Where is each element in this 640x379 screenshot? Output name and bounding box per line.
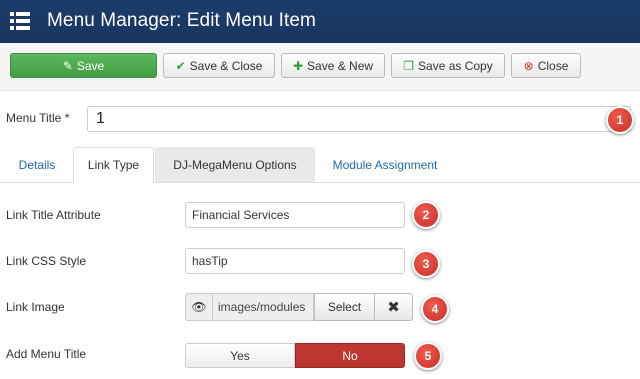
link-css-input[interactable]: hasTip [185, 248, 405, 274]
close-button[interactable]: ⊗ Close [511, 53, 581, 78]
save-copy-button[interactable]: ❐ Save as Copy [391, 53, 505, 78]
copy-icon: ❐ [403, 58, 415, 73]
toggle-yes-button[interactable]: Yes [185, 343, 295, 368]
tab-bar: Details Link Type DJ-MegaMenu Options Mo… [0, 147, 640, 183]
callout-badge: 2 [412, 201, 440, 229]
callout-badge: 4 [421, 295, 449, 323]
image-path-field: images/modules [212, 293, 314, 321]
add-menu-title-label: Add Menu Title [6, 347, 87, 361]
callout-badge: 3 [412, 250, 440, 278]
add-menu-title-toggle: Yes No [185, 343, 405, 368]
save-close-button[interactable]: ✔ Save & Close [163, 53, 275, 78]
tab-link-type[interactable]: Link Type [73, 147, 154, 183]
page-title: Menu Manager: Edit Menu Item [47, 10, 316, 31]
toggle-no-button[interactable]: No [295, 343, 405, 368]
link-css-label: Link CSS Style [6, 254, 87, 268]
select-image-button[interactable]: Select [314, 293, 375, 321]
menu-title-input[interactable]: 1 [87, 106, 631, 132]
menu-list-icon [10, 11, 30, 31]
save-button[interactable]: ✎ Save [10, 53, 157, 78]
link-title-label: Link Title Attribute [6, 208, 101, 222]
check-icon: ✔ [175, 58, 186, 73]
toolbar: ✎ Save ✔ Save & Close ✚ Save & New ❐ Sav… [0, 43, 640, 91]
callout-badge: 1 [606, 106, 634, 134]
save-close-label: Save & Close [189, 58, 263, 73]
eye-icon[interactable]: 👁 [185, 293, 212, 321]
plus-icon: ✚ [292, 58, 304, 73]
tab-module-assignment[interactable]: Module Assignment [318, 147, 452, 182]
save-new-button[interactable]: ✚ Save & New [281, 53, 385, 78]
save-label: Save [76, 58, 105, 73]
save-new-label: Save & New [307, 58, 374, 73]
clear-image-button[interactable]: ✖ [375, 293, 413, 321]
link-title-input[interactable]: Financial Services [185, 202, 405, 228]
callout-badge: 5 [414, 342, 442, 370]
menu-title-label: Menu Title * [6, 111, 70, 125]
close-label: Close [537, 58, 569, 73]
cancel-circle-icon: ⊗ [523, 58, 534, 73]
link-image-picker: 👁 images/modules Select ✖ [185, 293, 413, 321]
edit-icon: ✎ [62, 58, 73, 73]
close-icon: ✖ [387, 299, 400, 316]
tab-details[interactable]: Details [6, 147, 68, 182]
link-image-label: Link Image [6, 300, 65, 314]
tab-dj-megamenu-options[interactable]: DJ-MegaMenu Options [155, 147, 315, 182]
page-header: Menu Manager: Edit Menu Item [0, 0, 640, 43]
save-copy-label: Save as Copy [418, 58, 493, 73]
